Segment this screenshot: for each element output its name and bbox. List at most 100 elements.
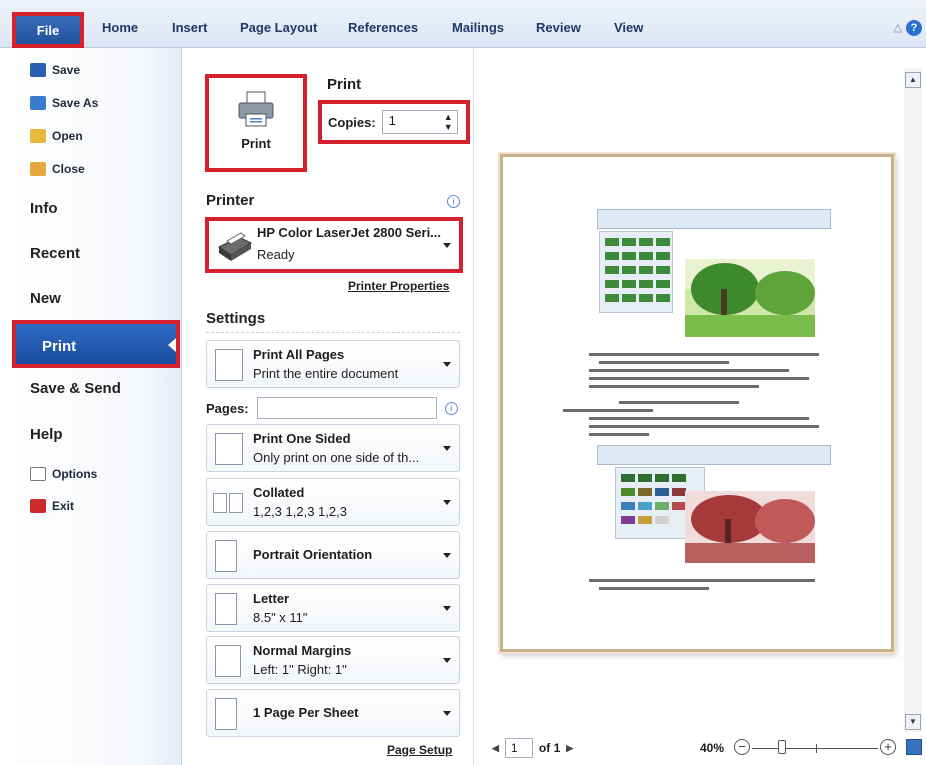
per-sheet-title: 1 Page Per Sheet — [253, 705, 359, 720]
paper-icon — [215, 593, 237, 625]
orientation-dropdown[interactable]: Portrait Orientation — [206, 531, 460, 579]
preview-scrollbar[interactable]: ▲ ▼ — [904, 68, 922, 732]
thumb-red-photo — [685, 491, 815, 563]
nav-open[interactable]: Open — [30, 129, 83, 143]
collation-subtitle: 1,2,3 1,2,3 1,2,3 — [253, 504, 347, 519]
printer-info-icon[interactable]: i — [447, 195, 460, 208]
printer-status: Ready — [257, 247, 295, 262]
copies-label: Copies: — [328, 114, 376, 130]
copies-spinner-icon[interactable]: ▲ ▼ — [444, 112, 453, 132]
zoom-slider-tick — [816, 744, 817, 753]
nav-new[interactable]: New — [30, 290, 61, 307]
nav-close[interactable]: Close — [30, 162, 85, 176]
printer-name: HP Color LaserJet 2800 Seri... — [257, 225, 442, 240]
thumb-ribbon-1 — [597, 209, 831, 229]
paper-size-dropdown[interactable]: Letter 8.5" x 11" — [206, 584, 460, 632]
save-icon — [30, 63, 46, 77]
ribbon-bar: File Home Insert Page Layout References … — [0, 0, 926, 48]
print-range-title: Print All Pages — [253, 347, 345, 362]
printer-selector[interactable]: HP Color LaserJet 2800 Seri... Ready — [205, 217, 463, 273]
zoom-slider-thumb[interactable] — [778, 740, 786, 754]
pages-stack-icon — [215, 349, 243, 381]
thumb-ribbon-2 — [597, 445, 831, 465]
zoom-slider-track[interactable] — [752, 748, 878, 749]
scroll-up-icon[interactable]: ▲ — [905, 72, 921, 88]
zoom-level: 40% — [700, 741, 725, 755]
backstage-nav — [10, 48, 182, 765]
tab-mailings[interactable]: Mailings — [452, 20, 504, 35]
pages-per-sheet-dropdown[interactable]: 1 Page Per Sheet — [206, 689, 460, 737]
nav-save-send[interactable]: Save & Send — [30, 380, 121, 397]
preview-page — [500, 154, 894, 652]
collated-icon-2 — [229, 493, 243, 513]
tab-insert[interactable]: Insert — [172, 20, 207, 35]
scroll-down-icon[interactable]: ▼ — [905, 714, 921, 730]
minimize-ribbon-icon[interactable]: △ — [894, 21, 902, 34]
margins-subtitle: Left: 1" Right: 1" — [253, 662, 347, 677]
folder-open-icon — [30, 129, 46, 143]
margins-icon — [215, 645, 241, 677]
next-page-icon[interactable]: ▶ — [566, 743, 573, 754]
nav-help[interactable]: Help — [30, 426, 63, 443]
nav-recent[interactable]: Recent — [30, 245, 80, 262]
chevron-down-icon — [443, 606, 451, 611]
nav-info[interactable]: Info — [30, 200, 58, 217]
page-navigator: ◀ 1 of 1 ▶ — [492, 738, 573, 758]
chevron-down-icon — [443, 446, 451, 451]
printer-icon — [236, 90, 276, 128]
pages-label: Pages: — [206, 400, 249, 416]
nav-options[interactable]: Options — [30, 467, 97, 481]
tab-view[interactable]: View — [614, 20, 643, 35]
collation-title: Collated — [253, 485, 305, 500]
sides-dropdown[interactable]: Print One Sided Only print on one side o… — [206, 424, 460, 472]
collation-dropdown[interactable]: Collated 1,2,3 1,2,3 1,2,3 — [206, 478, 460, 526]
file-tab[interactable]: File — [12, 12, 84, 48]
print-range-subtitle: Print the entire document — [253, 366, 399, 381]
nav-print[interactable]: Print — [12, 320, 180, 368]
settings-divider — [206, 332, 460, 333]
zoom-control: 40% − + — [700, 737, 926, 761]
chevron-down-icon — [443, 243, 451, 248]
help-icon[interactable]: ? — [906, 20, 922, 36]
margins-dropdown[interactable]: Normal Margins Left: 1" Right: 1" — [206, 636, 460, 684]
prev-page-icon[interactable]: ◀ — [492, 743, 499, 754]
one-sided-icon — [215, 433, 243, 465]
print-heading: Print — [327, 76, 362, 93]
chevron-down-icon — [443, 658, 451, 663]
tab-page-layout[interactable]: Page Layout — [240, 20, 317, 35]
copies-input[interactable]: 1 ▲ ▼ — [381, 110, 458, 134]
paper-subtitle: 8.5" x 11" — [253, 610, 308, 625]
tab-review[interactable]: Review — [536, 20, 581, 35]
pages-input[interactable] — [256, 397, 437, 419]
print-button-label: Print — [241, 136, 271, 151]
nav-exit[interactable]: Exit — [30, 499, 74, 513]
chevron-down-icon — [443, 553, 451, 558]
exit-icon — [30, 499, 46, 513]
print-range-dropdown[interactable]: Print All Pages Print the entire documen… — [206, 340, 460, 388]
current-page-input[interactable]: 1 — [504, 738, 533, 758]
collated-icon — [213, 493, 227, 513]
page-count: of 1 — [538, 741, 561, 755]
zoom-in-icon[interactable]: + — [880, 739, 896, 755]
page-setup-link[interactable]: Page Setup — [387, 743, 452, 757]
save-as-icon — [30, 96, 46, 110]
settings-heading: Settings — [206, 310, 266, 327]
print-button[interactable]: Print — [205, 74, 307, 172]
pages-info-icon[interactable]: i — [444, 401, 458, 415]
portrait-page-icon — [215, 540, 237, 572]
page-per-sheet-icon — [215, 698, 237, 730]
nav-save-as[interactable]: Save As — [30, 96, 98, 110]
copies-control: Copies: 1 ▲ ▼ — [318, 100, 470, 144]
margins-title: Normal Margins — [253, 643, 352, 658]
thumb-gallery-1 — [599, 231, 673, 313]
printer-properties-link[interactable]: Printer Properties — [348, 279, 449, 293]
options-icon — [30, 467, 46, 481]
tab-references[interactable]: References — [348, 20, 418, 35]
tab-home[interactable]: Home — [102, 20, 138, 35]
zoom-out-icon[interactable]: − — [734, 739, 750, 755]
orientation-title: Portrait Orientation — [253, 547, 373, 562]
printer-device-icon — [218, 232, 253, 261]
nav-save[interactable]: Save — [30, 63, 80, 77]
printer-heading: Printer — [206, 192, 255, 209]
zoom-to-page-icon[interactable] — [906, 739, 922, 755]
